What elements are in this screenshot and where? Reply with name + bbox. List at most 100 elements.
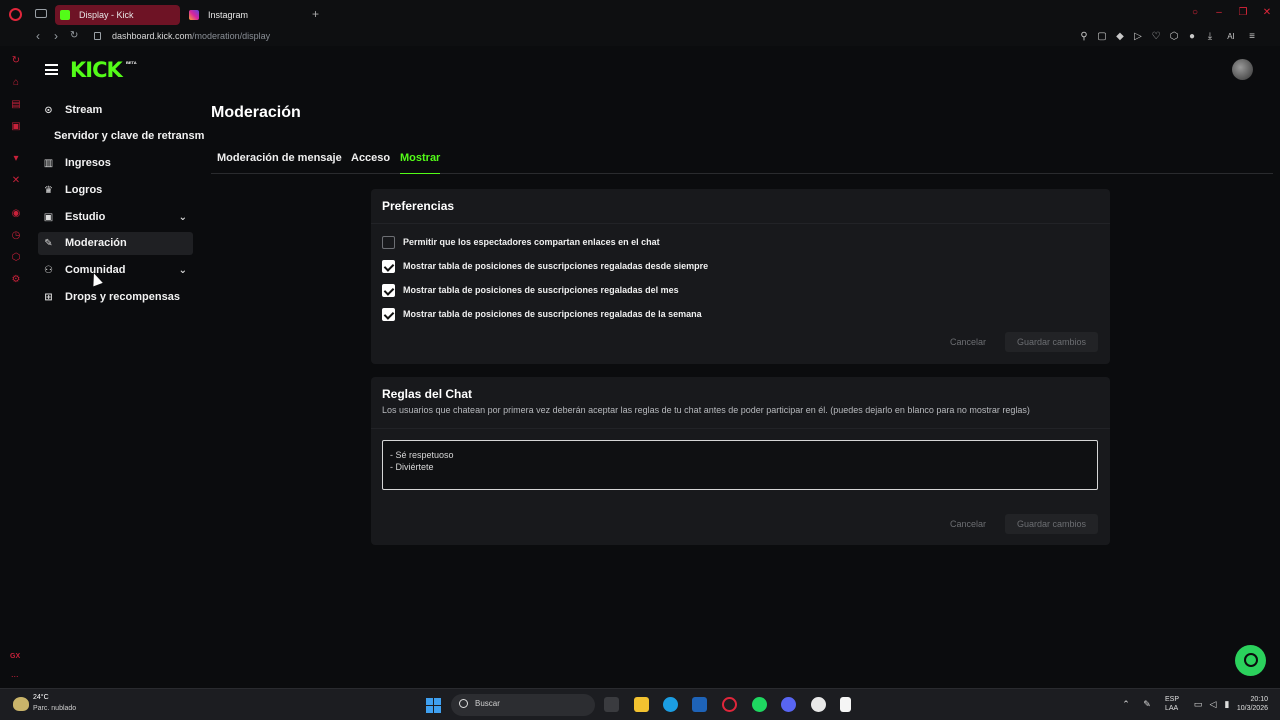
battery-icon[interactable]: ▮ <box>1222 699 1232 709</box>
url-field[interactable]: dashboard.kick.com/moderation/display <box>112 30 270 43</box>
address-bar: ‹ › ↻ dashboard.kick.com/moderation/disp… <box>0 28 1280 46</box>
extensions-icon[interactable]: ⬡ <box>1168 31 1180 43</box>
cube-icon[interactable]: ⬡ <box>10 252 22 264</box>
browser-tab-kick[interactable]: Display - Kick Dashboard <box>55 5 180 40</box>
chevron-down-icon[interactable]: ⌄ <box>179 206 187 229</box>
checkbox-leaderboard-month[interactable] <box>382 284 395 297</box>
settings-icon[interactable]: ⚙ <box>10 274 22 286</box>
sidebar-item-comunidad[interactable]: ⚇ Comunidad ⌄ <box>38 259 193 282</box>
card-description: Los usuarios que chatean por primera vez… <box>382 405 1030 415</box>
chevron-down-icon[interactable]: ⌄ <box>179 259 187 282</box>
back-icon[interactable]: ‹ <box>36 29 40 43</box>
reload-icon[interactable]: ↻ <box>70 29 78 43</box>
x-twitter-icon[interactable]: ✕ <box>10 175 22 187</box>
file-explorer-icon[interactable] <box>634 697 649 712</box>
checkbox-leaderboard-alltime[interactable] <box>382 260 395 273</box>
gift-icon: ⊞ <box>44 292 53 303</box>
new-tab-button[interactable]: + <box>312 8 319 20</box>
snapshot-icon[interactable]: ▢ <box>1096 31 1108 43</box>
store-icon[interactable] <box>692 697 707 712</box>
document-icon[interactable] <box>840 697 851 712</box>
opera-logo-icon[interactable] <box>9 8 22 21</box>
checkbox-leaderboard-week[interactable] <box>382 308 395 321</box>
ai-icon[interactable]: AI <box>1222 31 1240 43</box>
menu-toggle-icon[interactable] <box>45 64 58 75</box>
sidebar-item-label: Estudio <box>65 211 106 223</box>
search-icon <box>459 699 468 708</box>
search-placeholder: Buscar <box>475 699 500 708</box>
discord-icon[interactable] <box>781 697 796 712</box>
studio-icon: ▣ <box>43 212 54 223</box>
app-icon[interactable] <box>811 697 826 712</box>
close-icon[interactable]: ✕ <box>1262 8 1272 18</box>
play-icon[interactable]: ▷ <box>1132 31 1144 43</box>
kick-favicon-icon <box>60 10 70 20</box>
minimize-icon[interactable]: – <box>1214 8 1224 18</box>
date: 10/3/2026 <box>1236 705 1268 712</box>
page-title: Moderación <box>211 104 301 121</box>
kick-logo[interactable]: KICK <box>70 59 123 81</box>
chart-icon: ▥ <box>43 158 54 169</box>
tab-title: Instagram <box>208 10 249 20</box>
sidebar-item-label: Drops y recompensas <box>65 291 180 303</box>
clock-icon[interactable]: ◷ <box>10 230 22 242</box>
gx-corner-icon[interactable]: ▣ <box>10 121 22 133</box>
url-path: /moderation/display <box>192 31 271 41</box>
tab-switcher-icon[interactable] <box>35 9 47 18</box>
chat-rules-card: Reglas del Chat Los usuarios que chatean… <box>371 377 1110 545</box>
tab-moderacion-mensaje[interactable]: Moderación de mensaje <box>217 151 342 165</box>
download-icon[interactable]: ⤓ <box>1204 31 1216 43</box>
rule-line: - Sé respetuoso <box>390 450 454 460</box>
messenger-icon[interactable]: ▤ <box>10 99 22 111</box>
restore-icon[interactable]: ❐ <box>1238 8 1248 18</box>
heart-icon[interactable]: ♡ <box>1150 31 1162 43</box>
gx-label[interactable]: GX <box>10 653 20 660</box>
sidebar-item-estudio[interactable]: ▣ Estudio ⌄ <box>38 206 193 229</box>
task-view-icon[interactable] <box>604 697 619 712</box>
language-indicator[interactable]: ESP LAA <box>1165 695 1179 713</box>
card-header: Reglas del Chat Los usuarios que chatean… <box>371 377 1110 429</box>
spotify-icon[interactable] <box>752 697 767 712</box>
clock[interactable]: 20:10 10/3/2026 <box>1232 695 1268 713</box>
store-icon[interactable]: ⌂ <box>10 77 22 89</box>
avatar[interactable] <box>1232 59 1253 80</box>
save-button[interactable]: Guardar cambios <box>1005 514 1098 534</box>
save-button[interactable]: Guardar cambios <box>1005 332 1098 352</box>
profile-icon[interactable]: ● <box>1186 31 1198 43</box>
sidebar-item-server-key[interactable]: Servidor y clave de retransm <box>54 130 204 142</box>
sidebar-item-moderacion[interactable]: ✎ Moderación <box>38 232 193 255</box>
url-host: dashboard.kick.com <box>112 31 193 41</box>
player-icon[interactable]: ◉ <box>10 208 22 220</box>
tab-mostrar[interactable]: Mostrar <box>400 151 441 174</box>
history-icon[interactable]: ↻ <box>10 55 22 67</box>
cancel-button[interactable]: Cancelar <box>950 515 986 533</box>
checkbox-share-links[interactable] <box>382 236 395 249</box>
twitch-icon[interactable]: ▾ <box>10 153 22 165</box>
volume-icon[interactable]: ◁ <box>1208 699 1218 709</box>
weather-icon[interactable] <box>13 697 29 711</box>
card-title: Preferencias <box>382 199 455 213</box>
network-icon[interactable]: ▭ <box>1193 699 1203 709</box>
pen-icon[interactable]: ✎ <box>1142 699 1152 709</box>
tab-acceso[interactable]: Acceso <box>351 151 390 165</box>
browser-tab-instagram[interactable]: Instagram <box>184 5 304 25</box>
sidebar-item-drops[interactable]: ⊞ Drops y recompensas <box>38 286 193 309</box>
shield-icon[interactable]: ◆ <box>1114 31 1126 43</box>
sidebar-item-ingresos[interactable]: ▥ Ingresos <box>38 152 193 175</box>
sidebar-item-stream[interactable]: ⊙ Stream <box>38 99 193 122</box>
chevron-up-icon[interactable]: ⌃ <box>1121 699 1131 709</box>
edge-icon[interactable] <box>663 697 678 712</box>
more-icon[interactable]: ... <box>11 669 19 679</box>
pin-icon[interactable]: ⚲ <box>1078 31 1090 43</box>
windows-start-icon[interactable] <box>426 698 441 713</box>
sidebar-item-logros[interactable]: ♛ Logros <box>38 179 193 202</box>
chat-rules-textarea[interactable]: - Sé respetuoso - Diviértete <box>382 440 1098 490</box>
taskbar-search[interactable]: Buscar <box>451 694 595 716</box>
search-icon[interactable]: ○ <box>1190 8 1200 18</box>
cancel-button[interactable]: Cancelar <box>950 333 986 351</box>
opera-sidebar: ↻ ⌂ ▤ ▣ ▾ ✕ ◉ ◷ ⬡ ⚙ <box>0 46 32 688</box>
forward-icon[interactable]: › <box>54 29 58 43</box>
opera-gx-icon[interactable] <box>722 697 737 712</box>
help-chat-button[interactable] <box>1235 645 1266 676</box>
menu-icon[interactable]: ≡ <box>1246 31 1258 43</box>
